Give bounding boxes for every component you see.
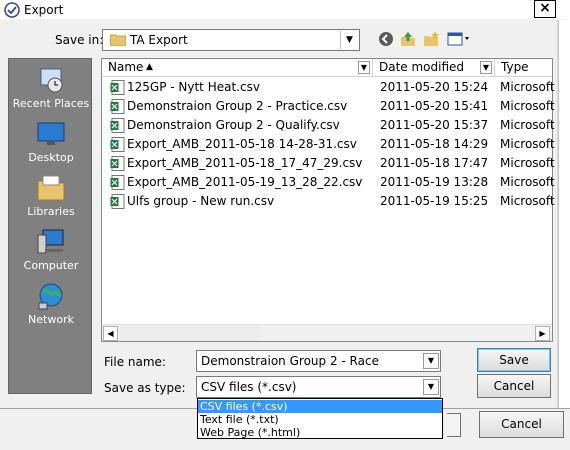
save-in-value: TA Export bbox=[130, 33, 188, 47]
file-name: 125GP - Nytt Heat.csv bbox=[127, 80, 260, 94]
file-type: Microsoft bbox=[500, 118, 555, 132]
views-menu-icon[interactable] bbox=[446, 31, 472, 49]
file-type: Microsoft bbox=[500, 175, 555, 189]
list-header: Name ▲ ▼ Date modified ▼ Type bbox=[102, 59, 552, 77]
dropdown-option[interactable]: Text file (*.txt) bbox=[198, 413, 442, 426]
place-recent-places[interactable]: Recent Places bbox=[9, 65, 93, 110]
title-bar: Export × bbox=[0, 0, 566, 20]
background-window-edge bbox=[558, 20, 570, 450]
app-icon bbox=[4, 2, 20, 18]
cancel-button[interactable]: Cancel bbox=[477, 374, 551, 398]
background-cancel-button[interactable]: Cancel bbox=[479, 411, 564, 438]
file-name-field[interactable]: Demonstraion Group 2 - Race ▼ bbox=[196, 350, 441, 372]
chevron-down-icon[interactable]: ▼ bbox=[423, 353, 439, 369]
file-date: 2011-05-18 14:29 bbox=[380, 137, 489, 151]
computer-icon bbox=[35, 227, 67, 257]
file-date: 2011-05-19 15:25 bbox=[380, 194, 489, 208]
save-as-type-select[interactable]: CSV files (*.csv) ▼ bbox=[196, 376, 441, 398]
file-name: Ulfs group - New run.csv bbox=[127, 194, 275, 208]
column-label: Date modified bbox=[379, 60, 465, 74]
close-button[interactable]: × bbox=[534, 0, 556, 18]
places-bar: Recent Places Desktop Libraries Computer… bbox=[8, 58, 92, 394]
chevron-down-icon[interactable]: ▼ bbox=[340, 31, 358, 49]
libraries-icon bbox=[35, 173, 67, 203]
background-ok-button[interactable] bbox=[447, 413, 461, 437]
place-label: Network bbox=[28, 313, 74, 326]
file-row[interactable]: Demonstraion Group 2 - Practice.csv 2011-… bbox=[102, 97, 555, 116]
place-computer[interactable]: Computer bbox=[9, 227, 93, 272]
file-row[interactable]: Export_AMB_2011-05-18_17_47_29.csv 2011-0… bbox=[102, 154, 555, 173]
save-button[interactable]: Save bbox=[477, 348, 551, 372]
file-name: Export_AMB_2011-05-18_17_47_29.csv bbox=[127, 156, 363, 170]
file-type: Microsoft bbox=[500, 80, 555, 94]
file-name: Export_AMB_2011-05-19_13_28_22.csv bbox=[127, 175, 363, 189]
file-row[interactable]: Export_AMB_2011-05-19_13_28_22.csv 2011-0… bbox=[102, 173, 555, 192]
excel-file-icon bbox=[110, 118, 125, 133]
column-header-name[interactable]: Name ▲ ▼ bbox=[102, 59, 373, 77]
file-row[interactable]: Export_AMB_2011-05-18 14-28-31.csv 2011-0… bbox=[102, 135, 555, 154]
place-label: Computer bbox=[23, 259, 79, 272]
excel-file-icon bbox=[110, 156, 125, 171]
sort-ascending-icon: ▲ bbox=[146, 62, 153, 72]
place-network[interactable]: Network bbox=[9, 281, 93, 326]
excel-file-icon bbox=[110, 137, 125, 152]
place-libraries[interactable]: Libraries bbox=[9, 173, 93, 218]
file-row[interactable]: Ulfs group - New run.csv 2011-05-19 15:25… bbox=[102, 192, 555, 211]
place-label: Desktop bbox=[28, 151, 74, 164]
chevron-down-icon[interactable]: ▼ bbox=[358, 61, 370, 74]
file-list[interactable]: Name ▲ ▼ Date modified ▼ Type 125GP - Ny… bbox=[101, 58, 555, 342]
excel-file-icon bbox=[110, 99, 125, 114]
scroll-right-icon[interactable]: ▶ bbox=[535, 326, 550, 341]
file-type: Microsoft bbox=[500, 156, 555, 170]
file-name-label: File name: bbox=[104, 355, 166, 369]
network-icon bbox=[35, 281, 67, 311]
save-as-type-value: CSV files (*.csv) bbox=[201, 380, 297, 394]
save-in-combo[interactable]: TA Export ▼ bbox=[102, 29, 360, 51]
file-name-value[interactable]: Demonstraion Group 2 - Race bbox=[201, 354, 379, 368]
column-label: Name bbox=[108, 60, 144, 74]
file-name: Demonstraion Group 2 - Qualify.csv bbox=[127, 118, 340, 132]
dropdown-option[interactable]: Web Page (*.html) bbox=[198, 426, 442, 439]
file-name: Demonstraion Group 2 - Practice.csv bbox=[127, 99, 348, 113]
save-in-label: Save in: bbox=[55, 33, 104, 47]
excel-file-icon bbox=[110, 80, 125, 95]
horizontal-scrollbar[interactable]: ◀ ▶ bbox=[102, 324, 552, 341]
folder-icon bbox=[110, 34, 126, 46]
scroll-thumb[interactable] bbox=[120, 326, 260, 341]
window-title: Export bbox=[24, 3, 64, 17]
recent-places-icon bbox=[35, 65, 67, 95]
new-folder-icon[interactable] bbox=[421, 31, 441, 49]
desktop-icon bbox=[35, 119, 67, 149]
place-desktop[interactable]: Desktop bbox=[9, 119, 93, 164]
dropdown-option[interactable]: CSV files (*.csv) bbox=[198, 400, 442, 413]
file-row[interactable]: Demonstraion Group 2 - Qualify.csv 2011-0… bbox=[102, 116, 555, 135]
column-header-type[interactable]: Type bbox=[495, 59, 552, 77]
excel-file-icon bbox=[110, 175, 125, 190]
file-date: 2011-05-19 13:28 bbox=[380, 175, 489, 189]
column-label: Type bbox=[501, 60, 529, 74]
place-label: Recent Places bbox=[12, 97, 90, 110]
file-type: Microsoft bbox=[500, 137, 555, 151]
chevron-down-icon[interactable]: ▼ bbox=[423, 379, 439, 395]
file-date: 2011-05-20 15:37 bbox=[380, 118, 489, 132]
back-icon[interactable] bbox=[376, 31, 396, 49]
file-date: 2011-05-18 17:47 bbox=[380, 156, 489, 170]
file-type: Microsoft bbox=[500, 99, 555, 113]
file-date: 2011-05-20 15:41 bbox=[380, 99, 489, 113]
chevron-down-icon[interactable]: ▼ bbox=[480, 61, 492, 74]
place-label: Libraries bbox=[27, 205, 75, 218]
scroll-left-icon[interactable]: ◀ bbox=[103, 326, 118, 341]
file-name: Export_AMB_2011-05-18 14-28-31.csv bbox=[127, 137, 357, 151]
save-as-type-label: Save as type: bbox=[104, 381, 186, 395]
file-date: 2011-05-20 15:24 bbox=[380, 80, 489, 94]
file-type: Microsoft bbox=[500, 194, 555, 208]
excel-file-icon bbox=[110, 194, 125, 209]
file-row[interactable]: 125GP - Nytt Heat.csv 2011-05-20 15:24 Mic… bbox=[102, 78, 555, 97]
save-as-type-dropdown[interactable]: CSV files (*.csv) Text file (*.txt) Web … bbox=[197, 398, 443, 439]
column-header-date[interactable]: Date modified ▼ bbox=[373, 59, 495, 77]
up-folder-icon[interactable] bbox=[398, 31, 418, 49]
